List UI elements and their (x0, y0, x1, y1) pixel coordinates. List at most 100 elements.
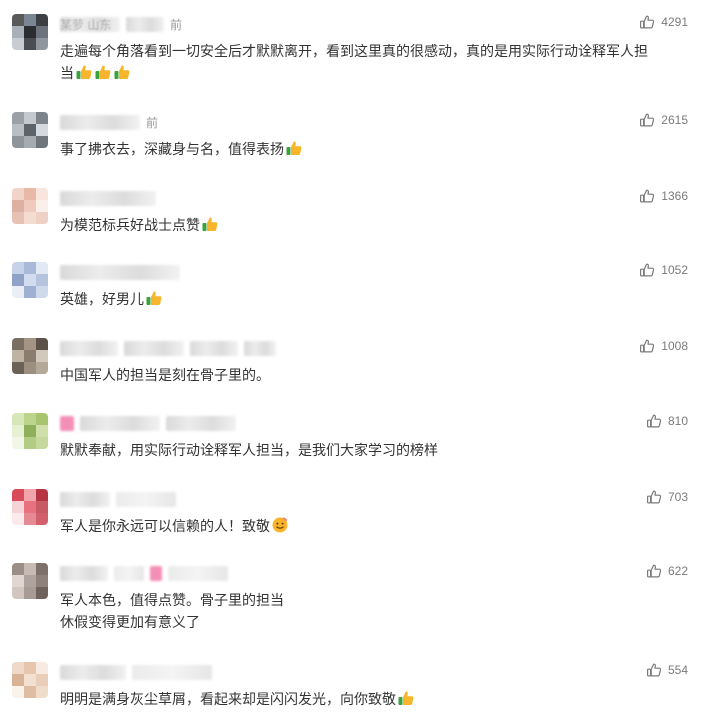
comment-text: 军人本色，值得点赞。骨子里的担当 休假变得更加有意义了 (60, 589, 700, 633)
like-button[interactable]: 703 (646, 489, 688, 505)
username[interactable] (60, 415, 236, 431)
thumbs-up-icon (113, 63, 131, 87)
like-button[interactable]: 622 (646, 563, 688, 579)
like-count: 622 (667, 564, 688, 578)
comment-line: 明明是满身灰尘草屑，看起来却是闪闪发光，向你致敬 (60, 688, 700, 713)
thumbs-up-icon (639, 14, 655, 30)
like-button[interactable]: 1008 (639, 338, 688, 354)
avatar[interactable] (12, 413, 48, 449)
username-blur (168, 565, 228, 581)
like-count: 1008 (661, 339, 688, 353)
comment-line: 英雄，好男儿 (60, 288, 700, 313)
username-blur (60, 190, 156, 206)
comment-line: 当 (60, 62, 700, 87)
username[interactable]: 前 (60, 114, 158, 130)
comment-line-text: 英雄，好男儿 (60, 291, 144, 307)
thumbs-up-icon (639, 262, 655, 278)
username-blur (60, 340, 118, 356)
thumbs-up-icon (639, 112, 655, 128)
avatar[interactable] (12, 14, 48, 50)
username-blur (126, 16, 164, 32)
comment-text: 英雄，好男儿 (60, 288, 700, 313)
comment-text: 明明是满身灰尘草屑，看起来却是闪闪发光，向你致敬 (60, 688, 700, 713)
avatar[interactable] (12, 188, 48, 224)
like-button[interactable]: 1366 (639, 188, 688, 204)
thumbs-up-icon (639, 338, 655, 354)
thumbs-up-icon (94, 63, 112, 87)
comment-line: 走遍每个角落看到一切安全后才默默离开，看到这里真的很感动，真的是用实际行动诠释军… (60, 40, 700, 62)
username-blur (116, 491, 176, 507)
thumbs-up-icon (646, 489, 662, 505)
username-blur (60, 664, 126, 680)
thumbs-up-icon (397, 689, 415, 713)
salute-face-icon (271, 516, 289, 540)
username-text: 某萝 山东 (60, 17, 112, 32)
comment-line: 军人是你永远可以信赖的人！致敬 (60, 515, 700, 540)
username[interactable] (60, 664, 212, 680)
username-blur (166, 415, 236, 431)
username-blur (80, 415, 160, 431)
comment-line-text: 当 (60, 65, 74, 81)
like-count: 554 (667, 663, 688, 677)
username-blur (60, 114, 140, 130)
comment-line-text: 军人本色，值得点赞。骨子里的担当 (60, 592, 284, 608)
thumbs-up-icon (285, 139, 303, 163)
avatar[interactable] (12, 262, 48, 298)
comment-line-text: 明明是满身灰尘草屑，看起来却是闪闪发光，向你致敬 (60, 691, 396, 707)
comment-text: 默默奉献，用实际行动诠释军人担当，是我们大家学习的榜样 (60, 439, 700, 461)
thumbs-up-icon (646, 662, 662, 678)
username-blur (132, 664, 212, 680)
avatar[interactable] (12, 563, 48, 599)
like-button[interactable]: 2615 (639, 112, 688, 128)
username-blur (114, 565, 144, 581)
username-blur (60, 565, 108, 581)
like-button[interactable]: 554 (646, 662, 688, 678)
like-button[interactable]: 810 (646, 413, 688, 429)
comment-line: 休假变得更加有意义了 (60, 611, 700, 633)
comment-line-text: 为模范标兵好战士点赞 (60, 217, 200, 233)
comment-line-text: 休假变得更加有意义了 (60, 614, 200, 630)
username-blur (190, 340, 238, 356)
username-blur (244, 340, 276, 356)
like-button[interactable]: 1052 (639, 262, 688, 278)
comment-text: 为模范标兵好战士点赞 (60, 214, 700, 239)
comment-text: 中国军人的担当是刻在骨子里的。 (60, 364, 700, 386)
like-count: 1366 (661, 189, 688, 203)
avatar[interactable] (12, 112, 48, 148)
username[interactable] (60, 190, 156, 206)
comment-line: 默默奉献，用实际行动诠释军人担当，是我们大家学习的榜样 (60, 439, 700, 461)
username[interactable] (60, 491, 176, 507)
username-blur (60, 491, 110, 507)
username-blur (60, 264, 180, 280)
username-blur (150, 565, 162, 581)
comment-line-text: 中国军人的担当是刻在骨子里的。 (60, 367, 270, 383)
username-blur (124, 340, 184, 356)
thumbs-up-icon (75, 63, 93, 87)
username[interactable]: 某萝 山东 前 (60, 16, 182, 32)
username[interactable] (60, 565, 228, 581)
username[interactable] (60, 264, 180, 280)
like-count: 703 (667, 490, 688, 504)
comment-line: 中国军人的担当是刻在骨子里的。 (60, 364, 700, 386)
username[interactable] (60, 340, 276, 356)
avatar[interactable] (12, 338, 48, 374)
thumbs-up-icon (646, 413, 662, 429)
avatar[interactable] (12, 489, 48, 525)
thumbs-up-icon (201, 215, 219, 239)
avatar[interactable] (12, 662, 48, 698)
comment-line-text: 军人是你永远可以信赖的人！致敬 (60, 518, 270, 534)
like-count: 4291 (661, 15, 688, 29)
comment-line-text: 默默奉献，用实际行动诠释军人担当，是我们大家学习的榜样 (60, 442, 438, 458)
comment-text: 事了拂衣去，深藏身与名，值得表扬 (60, 138, 700, 163)
like-button[interactable]: 4291 (639, 14, 688, 30)
comment-line: 事了拂衣去，深藏身与名，值得表扬 (60, 138, 700, 163)
username-blur (60, 415, 74, 431)
comment-line-text: 事了拂衣去，深藏身与名，值得表扬 (60, 141, 284, 157)
like-count: 1052 (661, 263, 688, 277)
comment-list: 某萝 山东前 4291 走遍每个角落看到一切安全后才默默离开，看到这里真的很感动，真… (0, 0, 718, 718)
thumbs-up-icon (145, 289, 163, 313)
comment-line: 军人本色，值得点赞。骨子里的担当 (60, 589, 700, 611)
like-count: 2615 (661, 113, 688, 127)
comment-line: 为模范标兵好战士点赞 (60, 214, 700, 239)
comment-text: 军人是你永远可以信赖的人！致敬 (60, 515, 700, 540)
